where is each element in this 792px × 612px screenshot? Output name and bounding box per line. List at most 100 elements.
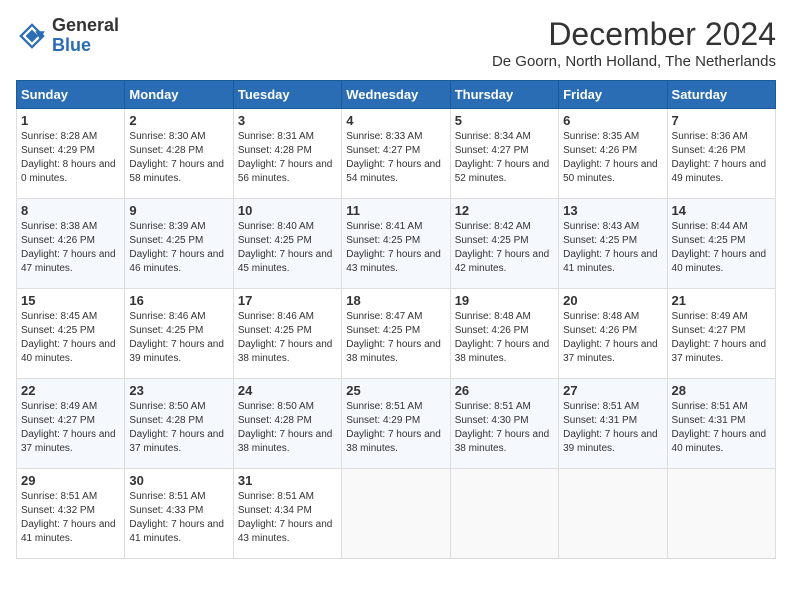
day-number: 11 — [346, 203, 445, 218]
day-number: 24 — [238, 383, 337, 398]
day-number: 31 — [238, 473, 337, 488]
day-number: 30 — [129, 473, 228, 488]
day-info: Sunrise: 8:43 AMSunset: 4:25 PMDaylight:… — [563, 220, 662, 276]
day-number: 17 — [238, 293, 337, 308]
calendar-cell: 12 Sunrise: 8:42 AMSunset: 4:25 PMDayligh… — [450, 199, 558, 289]
calendar-cell — [342, 469, 450, 559]
day-info: Sunrise: 8:35 AMSunset: 4:26 PMDaylight:… — [563, 130, 662, 186]
calendar-cell: 14 Sunrise: 8:44 AMSunset: 4:25 PMDayligh… — [667, 199, 775, 289]
day-number: 3 — [238, 113, 337, 128]
day-number: 26 — [455, 383, 554, 398]
calendar-cell: 5Sunrise: 8:34 AMSunset: 4:27 PMDaylight… — [450, 109, 558, 199]
day-info: Sunrise: 8:42 AMSunset: 4:25 PMDaylight:… — [455, 220, 554, 276]
day-number: 21 — [672, 293, 771, 308]
day-header-monday: Monday — [125, 81, 233, 109]
day-info: Sunrise: 8:41 AMSunset: 4:25 PMDaylight:… — [346, 220, 445, 276]
calendar-cell: 2 Sunrise: 8:30 AMSunset: 4:28 PMDaylight… — [125, 109, 233, 199]
day-info: Sunrise: 8:39 AMSunset: 4:25 PMDaylight:… — [129, 220, 228, 276]
day-number: 29 — [21, 473, 120, 488]
day-number: 28 — [672, 383, 771, 398]
day-header-tuesday: Tuesday — [233, 81, 341, 109]
calendar-cell: 31 Sunrise: 8:51 AMSunset: 4:34 PMDayligh… — [233, 469, 341, 559]
calendar-cell: 29 Sunrise: 8:51 AMSunset: 4:32 PMDayligh… — [17, 469, 125, 559]
day-number: 9 — [129, 203, 228, 218]
day-header-thursday: Thursday — [450, 81, 558, 109]
day-number: 20 — [563, 293, 662, 308]
calendar-cell: 26Sunrise: 8:51 AMSunset: 4:30 PMDayligh… — [450, 379, 558, 469]
day-info: Sunrise: 8:46 AMSunset: 4:25 PMDaylight:… — [129, 310, 228, 366]
day-number: 16 — [129, 293, 228, 308]
day-header-saturday: Saturday — [667, 81, 775, 109]
logo-general-text: General — [52, 16, 119, 36]
day-info: Sunrise: 8:49 AMSunset: 4:27 PMDaylight:… — [672, 310, 771, 366]
title-block: December 2024 De Goorn, North Holland, T… — [492, 16, 776, 70]
calendar-cell — [450, 469, 558, 559]
day-number: 2 — [129, 113, 228, 128]
day-number: 1 — [21, 113, 120, 128]
calendar-cell: 15 Sunrise: 8:45 AMSunset: 4:25 PMDayligh… — [17, 289, 125, 379]
month-title: December 2024 — [492, 16, 776, 53]
day-number: 19 — [455, 293, 554, 308]
calendar-cell: 1 Sunrise: 8:28 AMSunset: 4:29 PMDaylight… — [17, 109, 125, 199]
day-info: Sunrise: 8:48 AMSunset: 4:26 PMDaylight:… — [563, 310, 662, 366]
calendar-table: SundayMondayTuesdayWednesdayThursdayFrid… — [16, 80, 776, 559]
day-number: 15 — [21, 293, 120, 308]
day-info: Sunrise: 8:51 AMSunset: 4:34 PMDaylight:… — [238, 490, 337, 546]
logo-icon — [16, 20, 48, 52]
calendar-week-1: 1 Sunrise: 8:28 AMSunset: 4:29 PMDaylight… — [17, 109, 776, 199]
calendar-cell: 21 Sunrise: 8:49 AMSunset: 4:27 PMDayligh… — [667, 289, 775, 379]
day-number: 4 — [346, 113, 445, 128]
day-info: Sunrise: 8:51 AMSunset: 4:31 PMDaylight:… — [672, 400, 771, 456]
day-info: Sunrise: 8:50 AMSunset: 4:28 PMDaylight:… — [129, 400, 228, 456]
calendar-cell: 13 Sunrise: 8:43 AMSunset: 4:25 PMDayligh… — [559, 199, 667, 289]
day-number: 27 — [563, 383, 662, 398]
day-info: Sunrise: 8:44 AMSunset: 4:25 PMDaylight:… — [672, 220, 771, 276]
calendar-cell: 25 Sunrise: 8:51 AMSunset: 4:29 PMDayligh… — [342, 379, 450, 469]
day-number: 6 — [563, 113, 662, 128]
calendar-cell: 3 Sunrise: 8:31 AMSunset: 4:28 PMDaylight… — [233, 109, 341, 199]
day-info: Sunrise: 8:31 AMSunset: 4:28 PMDaylight:… — [238, 130, 337, 186]
day-info: Sunrise: 8:36 AMSunset: 4:26 PMDaylight:… — [672, 130, 771, 186]
day-info: Sunrise: 8:45 AMSunset: 4:25 PMDaylight:… — [21, 310, 120, 366]
day-number: 12 — [455, 203, 554, 218]
calendar-cell: 28 Sunrise: 8:51 AMSunset: 4:31 PMDayligh… — [667, 379, 775, 469]
calendar-cell: 16 Sunrise: 8:46 AMSunset: 4:25 PMDayligh… — [125, 289, 233, 379]
day-info: Sunrise: 8:51 AMSunset: 4:31 PMDaylight:… — [563, 400, 662, 456]
day-number: 14 — [672, 203, 771, 218]
logo: General Blue — [16, 16, 119, 56]
calendar-week-5: 29 Sunrise: 8:51 AMSunset: 4:32 PMDayligh… — [17, 469, 776, 559]
calendar-cell: 22Sunrise: 8:49 AMSunset: 4:27 PMDayligh… — [17, 379, 125, 469]
day-header-wednesday: Wednesday — [342, 81, 450, 109]
calendar-cell: 24 Sunrise: 8:50 AMSunset: 4:28 PMDayligh… — [233, 379, 341, 469]
location-subtitle: De Goorn, North Holland, The Netherlands — [492, 53, 776, 70]
day-number: 25 — [346, 383, 445, 398]
day-info: Sunrise: 8:51 AMSunset: 4:29 PMDaylight:… — [346, 400, 445, 456]
calendar-cell: 11 Sunrise: 8:41 AMSunset: 4:25 PMDayligh… — [342, 199, 450, 289]
day-info: Sunrise: 8:28 AMSunset: 4:29 PMDaylight:… — [21, 130, 120, 186]
day-info: Sunrise: 8:38 AMSunset: 4:26 PMDaylight:… — [21, 220, 120, 276]
day-info: Sunrise: 8:33 AMSunset: 4:27 PMDaylight:… — [346, 130, 445, 186]
calendar-week-3: 15 Sunrise: 8:45 AMSunset: 4:25 PMDayligh… — [17, 289, 776, 379]
day-info: Sunrise: 8:40 AMSunset: 4:25 PMDaylight:… — [238, 220, 337, 276]
day-info: Sunrise: 8:49 AMSunset: 4:27 PMDaylight:… — [21, 400, 120, 456]
calendar-cell: 4 Sunrise: 8:33 AMSunset: 4:27 PMDaylight… — [342, 109, 450, 199]
calendar-cell: 10 Sunrise: 8:40 AMSunset: 4:25 PMDayligh… — [233, 199, 341, 289]
day-number: 7 — [672, 113, 771, 128]
calendar-cell: 30Sunrise: 8:51 AMSunset: 4:33 PMDayligh… — [125, 469, 233, 559]
calendar-body: 1 Sunrise: 8:28 AMSunset: 4:29 PMDaylight… — [17, 109, 776, 559]
day-number: 10 — [238, 203, 337, 218]
calendar-cell: 20 Sunrise: 8:48 AMSunset: 4:26 PMDayligh… — [559, 289, 667, 379]
day-info: Sunrise: 8:51 AMSunset: 4:32 PMDaylight:… — [21, 490, 120, 546]
day-info: Sunrise: 8:50 AMSunset: 4:28 PMDaylight:… — [238, 400, 337, 456]
calendar-cell: 7 Sunrise: 8:36 AMSunset: 4:26 PMDaylight… — [667, 109, 775, 199]
day-number: 18 — [346, 293, 445, 308]
calendar-cell: 9 Sunrise: 8:39 AMSunset: 4:25 PMDaylight… — [125, 199, 233, 289]
calendar-week-4: 22Sunrise: 8:49 AMSunset: 4:27 PMDayligh… — [17, 379, 776, 469]
day-info: Sunrise: 8:30 AMSunset: 4:28 PMDaylight:… — [129, 130, 228, 186]
day-number: 5 — [455, 113, 554, 128]
calendar-cell: 27 Sunrise: 8:51 AMSunset: 4:31 PMDayligh… — [559, 379, 667, 469]
day-number: 13 — [563, 203, 662, 218]
calendar-cell: 17Sunrise: 8:46 AMSunset: 4:25 PMDayligh… — [233, 289, 341, 379]
calendar-cell: 8Sunrise: 8:38 AMSunset: 4:26 PMDaylight… — [17, 199, 125, 289]
day-info: Sunrise: 8:47 AMSunset: 4:25 PMDaylight:… — [346, 310, 445, 366]
